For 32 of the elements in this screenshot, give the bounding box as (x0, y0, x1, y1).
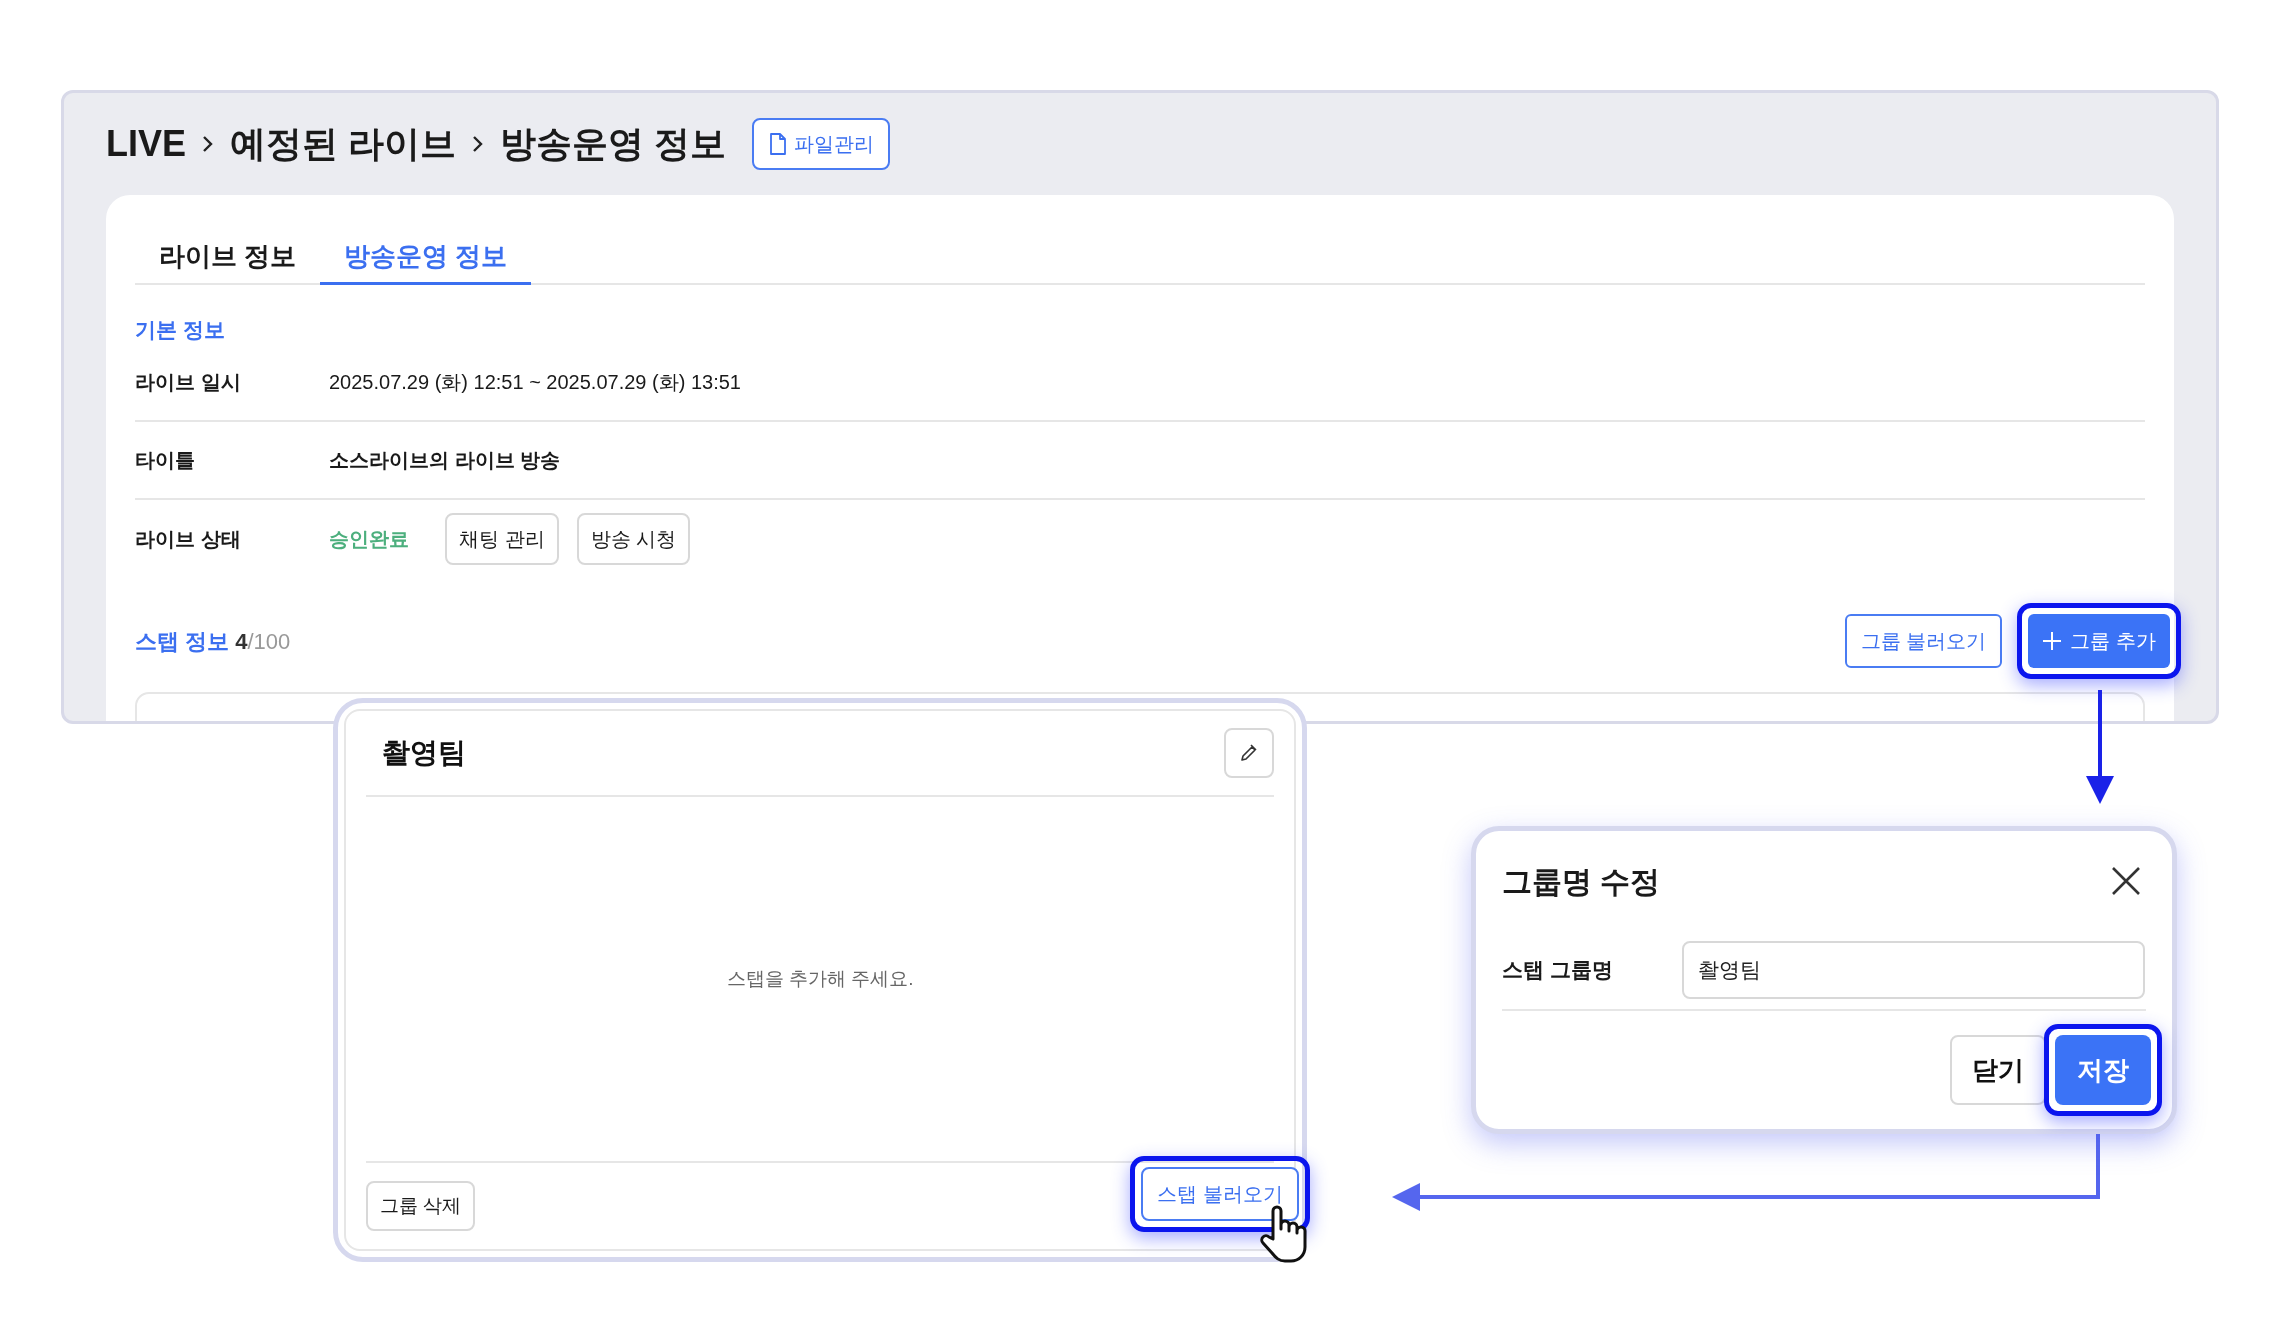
breadcrumb-item: 방송운영 정보 (500, 122, 727, 166)
close-dialog-button[interactable]: 닫기 (1950, 1035, 2046, 1105)
document-icon (768, 132, 789, 156)
field-label: 라이브 상태 (135, 527, 242, 552)
plus-icon (2042, 631, 2063, 651)
load-staff-button[interactable]: 스탭 불러오기 (1141, 1167, 1299, 1221)
group-name-field[interactable]: 촬영팀 (1682, 941, 2145, 999)
section-heading: 기본 정보 (135, 317, 226, 343)
action-button[interactable]: 채팅 관리 (445, 513, 559, 565)
group-title: 촬영팀 (382, 736, 466, 770)
tab[interactable]: 방송운영 정보 (320, 231, 532, 285)
field-label: 라이브 일시 (135, 370, 242, 395)
pencil-icon (1239, 743, 1259, 763)
dialog-title: 그룹명 수정 (1502, 863, 1661, 900)
field-value: 소스라이브의 라이브 방송 (329, 448, 561, 473)
breadcrumb-item: LIVE (106, 122, 186, 166)
close-icon (2111, 866, 2141, 896)
tab[interactable]: 라이브 정보 (135, 231, 321, 285)
empty-message: 스탭을 추가해 주세요. (726, 966, 914, 991)
field-label: 스탭 그룹명 (1502, 957, 1614, 984)
load-group-button[interactable]: 그룹 불러오기 (1844, 614, 2003, 668)
file-manage-button[interactable]: 파일관리 (752, 118, 891, 170)
field-value: 2025.07.29 (화) 12:51 ~ 2025.07.29 (화) 13:51 (329, 370, 741, 395)
field-label: 타이틀 (135, 448, 196, 473)
action-button[interactable]: 방송 시청 (576, 513, 691, 565)
edit-button[interactable] (1224, 728, 1274, 778)
breadcrumb-item: 예정된 라이브 (230, 122, 457, 166)
section-heading: 스탭 정보 4/100 (135, 627, 291, 656)
save-button[interactable]: 저장 (2055, 1035, 2151, 1105)
add-group-button[interactable]: 그룹 추가 (2028, 614, 2170, 668)
status-text: 승인완료 (329, 527, 409, 552)
delete-group-button[interactable]: 그룹 삭제 (366, 1181, 476, 1231)
